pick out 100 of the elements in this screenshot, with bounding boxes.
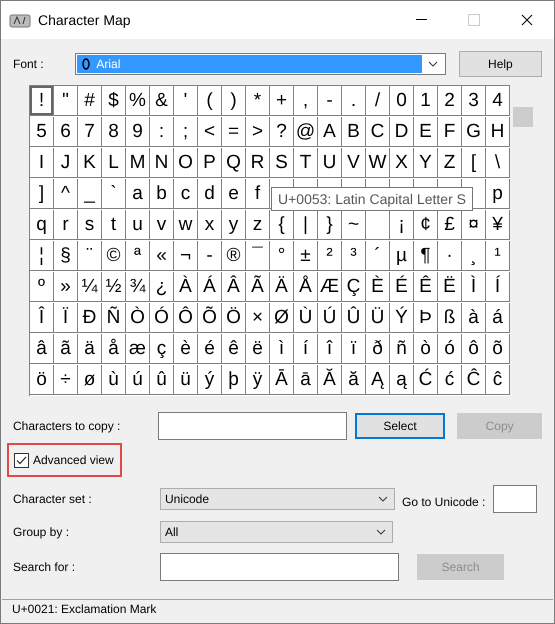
character-cell[interactable]: Ç xyxy=(342,272,366,302)
character-cell[interactable]: T xyxy=(294,148,318,178)
character-cell[interactable]: ® xyxy=(222,241,246,271)
character-cell[interactable]: U xyxy=(318,148,342,178)
close-icon[interactable] xyxy=(521,14,533,26)
character-cell[interactable]: é xyxy=(198,334,222,364)
character-cell[interactable]: Ć xyxy=(414,365,438,395)
character-cell[interactable]: ã xyxy=(54,334,78,364)
character-cell[interactable]: F xyxy=(438,117,462,147)
character-cell[interactable]: æ xyxy=(126,334,150,364)
character-cell[interactable]: ` xyxy=(102,179,126,209)
character-cell[interactable]: f xyxy=(246,179,270,209)
character-cell[interactable]: v xyxy=(150,210,174,240)
character-cell[interactable]: ¦ xyxy=(30,241,54,271)
character-cell[interactable]: Ý xyxy=(390,303,414,333)
character-cell[interactable]: Â xyxy=(222,272,246,302)
character-cell[interactable]: % xyxy=(126,86,150,116)
character-cell[interactable]: ½ xyxy=(102,272,126,302)
character-cell[interactable]: P xyxy=(198,148,222,178)
character-cell[interactable]: Æ xyxy=(318,272,342,302)
character-cell[interactable]: Ó xyxy=(150,303,174,333)
character-cell[interactable]: D xyxy=(390,117,414,147)
character-cell[interactable]: Ê xyxy=(414,272,438,302)
character-cell[interactable]: Ö xyxy=(222,303,246,333)
character-cell[interactable]: ö xyxy=(30,365,54,395)
character-cell[interactable]: , xyxy=(294,86,318,116)
character-cell[interactable]: _ xyxy=(78,179,102,209)
character-cell[interactable]: Ø xyxy=(270,303,294,333)
search-field[interactable] xyxy=(160,553,399,581)
character-cell[interactable]: L xyxy=(102,148,126,178)
character-cell[interactable]: 0 xyxy=(390,86,414,116)
character-cell[interactable]: · xyxy=(438,241,462,271)
character-cell[interactable]: Ā xyxy=(270,365,294,395)
character-cell[interactable]: Á xyxy=(198,272,222,302)
character-cell[interactable]: ( xyxy=(198,86,222,116)
character-cell[interactable]: í xyxy=(294,334,318,364)
character-cell[interactable]: I xyxy=(30,148,54,178)
character-cell[interactable]: ć xyxy=(438,365,462,395)
character-cell[interactable]: : xyxy=(150,117,174,147)
character-cell[interactable]: Û xyxy=(342,303,366,333)
character-cell[interactable]: ¯ xyxy=(246,241,270,271)
character-cell[interactable]: Ô xyxy=(174,303,198,333)
character-cell[interactable]: ÿ xyxy=(246,365,270,395)
character-cell[interactable]: ê xyxy=(222,334,246,364)
character-cell[interactable]: è xyxy=(174,334,198,364)
character-cell[interactable]: ! xyxy=(30,86,54,116)
character-cell[interactable]: Y xyxy=(414,148,438,178)
character-cell[interactable]: Ĉ xyxy=(462,365,486,395)
character-cell[interactable]: ÷ xyxy=(54,365,78,395)
character-cell[interactable]: À xyxy=(174,272,198,302)
character-cell[interactable]: d xyxy=(198,179,222,209)
character-cell[interactable]: Ù xyxy=(294,303,318,333)
character-cell[interactable]: . xyxy=(342,86,366,116)
character-cell[interactable]: ā xyxy=(294,365,318,395)
character-cell[interactable]: - xyxy=(318,86,342,116)
character-cell[interactable]: Ã xyxy=(246,272,270,302)
character-cell[interactable]: Ă xyxy=(318,365,342,395)
advanced-view-checkbox[interactable] xyxy=(14,452,29,468)
character-cell[interactable]: û xyxy=(150,365,174,395)
character-cell[interactable]: E xyxy=(414,117,438,147)
character-cell[interactable]: ^ xyxy=(54,179,78,209)
character-cell[interactable]: < xyxy=(198,117,222,147)
character-cell[interactable]: e xyxy=(222,179,246,209)
character-cell[interactable]: á xyxy=(486,303,510,333)
character-cell[interactable]: × xyxy=(246,303,270,333)
character-cell[interactable]: \ xyxy=(486,148,510,178)
character-cell[interactable]: Ð xyxy=(78,303,102,333)
character-cell[interactable]: p xyxy=(486,179,510,209)
character-cell[interactable]: w xyxy=(174,210,198,240)
character-cell[interactable]: ú xyxy=(126,365,150,395)
character-cell[interactable]: ² xyxy=(318,241,342,271)
character-cell[interactable]: $ xyxy=(102,86,126,116)
character-cell[interactable]: ù xyxy=(102,365,126,395)
character-cell[interactable]: ï xyxy=(342,334,366,364)
character-cell[interactable]: ¿ xyxy=(150,272,174,302)
character-cell[interactable]: Ò xyxy=(126,303,150,333)
minimize-icon[interactable] xyxy=(416,19,426,21)
group-by-dropdown[interactable]: All xyxy=(160,521,393,543)
character-cell[interactable]: » xyxy=(54,272,78,302)
character-cell[interactable]: ì xyxy=(270,334,294,364)
character-cell[interactable]: 9 xyxy=(126,117,150,147)
character-cell[interactable]: ë xyxy=(246,334,270,364)
character-cell[interactable]: â xyxy=(30,334,54,364)
character-cell[interactable]: ¶ xyxy=(414,241,438,271)
character-cell[interactable]: þ xyxy=(222,365,246,395)
character-cell[interactable]: å xyxy=(102,334,126,364)
character-cell[interactable]: 6 xyxy=(54,117,78,147)
character-cell[interactable]: ] xyxy=(30,179,54,209)
character-cell[interactable]: K xyxy=(78,148,102,178)
character-cell[interactable]: ¬ xyxy=(174,241,198,271)
character-cell[interactable]: ) xyxy=(222,86,246,116)
character-cell[interactable]: = xyxy=(222,117,246,147)
character-cell[interactable]: ª xyxy=(126,241,150,271)
character-cell[interactable]: W xyxy=(366,148,390,178)
character-cell[interactable]: / xyxy=(366,86,390,116)
character-cell[interactable]: N xyxy=(150,148,174,178)
character-cell[interactable]: 4 xyxy=(486,86,510,116)
character-cell[interactable]: ¾ xyxy=(126,272,150,302)
character-cell[interactable]: ä xyxy=(78,334,102,364)
character-cell[interactable]: Ï xyxy=(54,303,78,333)
